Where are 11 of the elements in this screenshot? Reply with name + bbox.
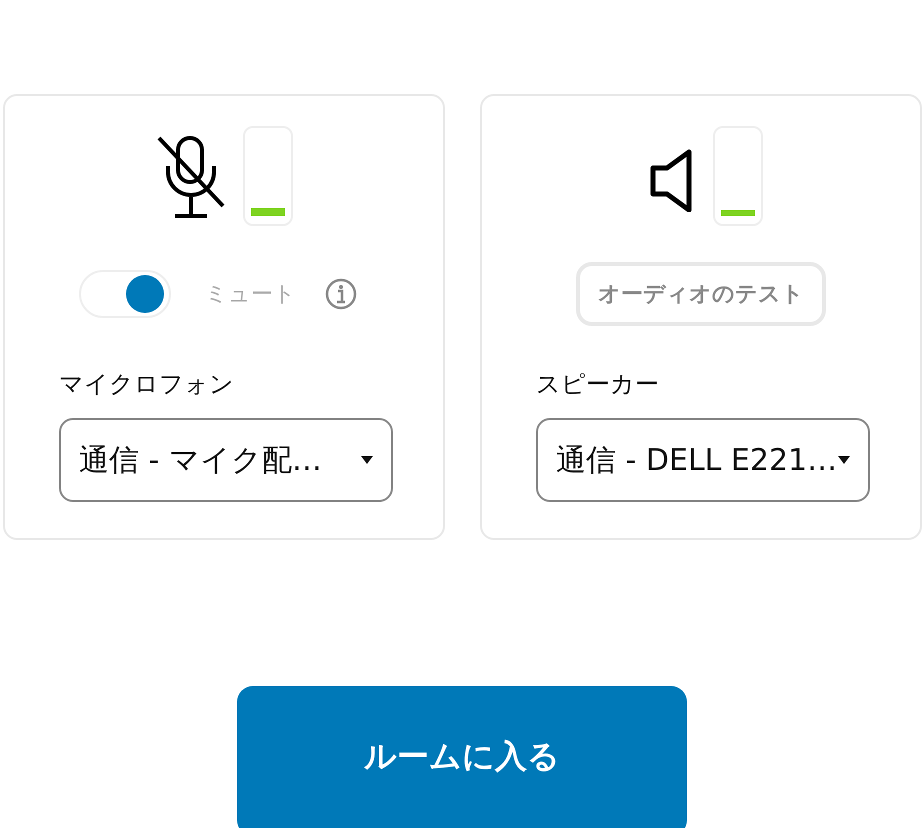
test-audio-button[interactable]: オーディオのテスト — [576, 262, 826, 326]
mute-toggle[interactable] — [79, 270, 171, 318]
speaker-label: スピーカー — [536, 369, 660, 398]
mute-label: ミュート — [205, 281, 296, 309]
microphone-label: マイクロフォン — [59, 369, 235, 398]
caret-icon — [838, 456, 850, 464]
info-icon[interactable] — [324, 277, 358, 311]
device-dropdown[interactable]: 通信 - マイク配… — [59, 418, 393, 502]
device-dropdown[interactable]: 通信 - DELL E221… — [536, 418, 870, 502]
join-room-button[interactable]: ルームに入る — [237, 686, 687, 828]
caret-icon — [361, 456, 373, 464]
